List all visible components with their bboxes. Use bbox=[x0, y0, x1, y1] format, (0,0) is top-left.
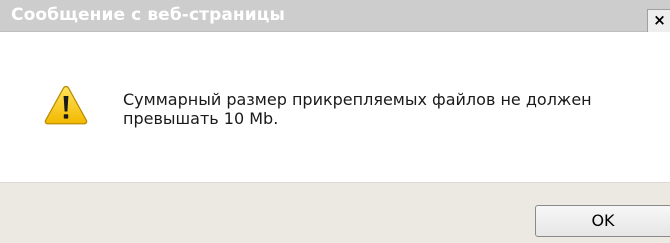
window-title: Сообщение с веб-страницы bbox=[11, 5, 285, 25]
alert-dialog: Сообщение с веб-страницы × Суммарный раз… bbox=[0, 0, 670, 243]
warning-icon bbox=[44, 85, 88, 125]
close-icon: × bbox=[653, 11, 666, 29]
button-bar: OK bbox=[0, 182, 670, 243]
title-bar[interactable]: Сообщение с веб-страницы × bbox=[0, 0, 670, 32]
message-area: Суммарный размер прикрепляемых файлов не… bbox=[0, 32, 670, 182]
close-button[interactable]: × bbox=[647, 9, 670, 32]
ok-button[interactable]: OK bbox=[535, 205, 670, 237]
message-text: Суммарный размер прикрепляемых файлов не… bbox=[123, 90, 592, 128]
ok-button-label: OK bbox=[591, 211, 615, 230]
